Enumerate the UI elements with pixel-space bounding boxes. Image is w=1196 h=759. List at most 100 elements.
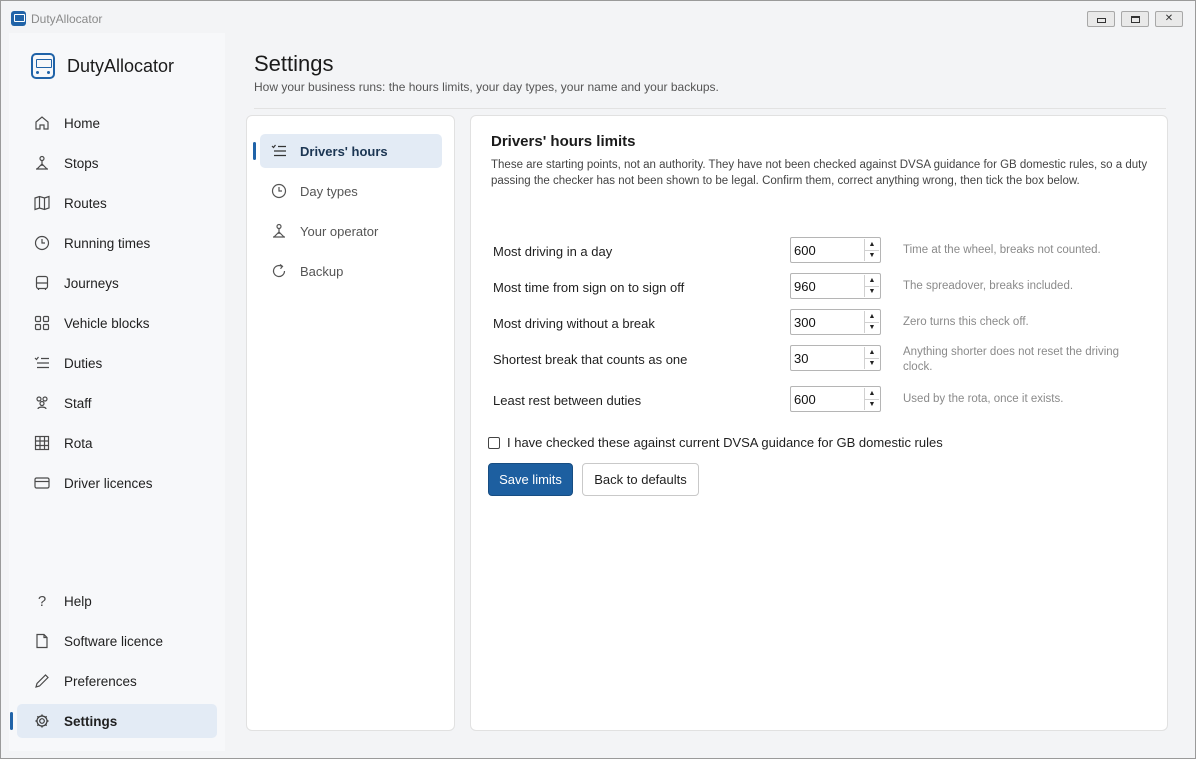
stepper-arrows[interactable]: ▲ ▼ — [864, 347, 879, 369]
stepper-arrows[interactable]: ▲ ▼ — [864, 311, 879, 333]
field-hint: Zero turns this check off. — [903, 316, 1029, 328]
sidebar-item-help[interactable]: ? Help — [17, 584, 217, 618]
operator-icon — [270, 222, 288, 240]
field-label: Most driving in a day — [493, 244, 613, 259]
confirm-checkbox[interactable] — [488, 436, 500, 449]
sidebar-item-label: Driver licences — [64, 475, 153, 491]
refresh-icon — [270, 262, 288, 280]
brand-name: DutyAllocator — [67, 55, 175, 76]
down-arrow-icon[interactable]: ▼ — [865, 287, 879, 298]
sidebar-item-vehicle-blocks[interactable]: Vehicle blocks — [17, 306, 217, 340]
shortest-break-stepper[interactable]: ▲▼ — [790, 345, 881, 371]
sidebar-item-journeys[interactable]: Journeys — [17, 266, 217, 300]
sidebar-item-label: Vehicle blocks — [64, 315, 150, 331]
back-to-defaults-button[interactable]: Back to defaults — [582, 463, 699, 496]
sidebar-item-label: Preferences — [64, 673, 137, 689]
down-arrow-icon[interactable]: ▼ — [865, 323, 879, 334]
least-rest-input[interactable] — [791, 387, 863, 411]
stop-pin-icon — [33, 154, 51, 172]
sidebar-item-home[interactable]: Home — [17, 106, 217, 140]
sidebar-item-label: Home — [64, 115, 101, 131]
least-rest-stepper[interactable]: ▲▼ — [790, 386, 881, 412]
sidebar-item-routes[interactable]: Routes — [17, 186, 217, 220]
subnav-item-drivers-hours[interactable]: Drivers' hours — [253, 134, 442, 168]
field-hint: The spreadover, breaks included. — [903, 280, 1074, 292]
field-hint: Anything shorter does not reset the driv… — [903, 346, 1120, 373]
spreadover-input[interactable] — [791, 274, 863, 298]
list-check-icon — [270, 142, 288, 160]
bus-icon — [33, 274, 51, 292]
subnav-item-label: Day types — [300, 183, 358, 199]
subnav-item-label: Your operator — [300, 223, 379, 239]
up-arrow-icon[interactable]: ▲ — [865, 388, 879, 400]
shortest-break-input[interactable] — [791, 346, 863, 370]
close-button[interactable]: ✕ — [1155, 11, 1183, 27]
driving-without-break-input[interactable] — [791, 310, 863, 334]
sidebar-item-label: Routes — [64, 195, 107, 211]
sidebar-item-label: Staff — [64, 395, 92, 411]
close-icon: ✕ — [1164, 13, 1174, 24]
page-subtitle: How your business runs: the hours limits… — [254, 80, 719, 94]
up-arrow-icon[interactable]: ▲ — [865, 275, 879, 287]
sidebar-item-label: Rota — [64, 435, 93, 451]
sidebar-item-rota[interactable]: Rota — [17, 426, 217, 460]
stepper-arrows[interactable]: ▲ ▼ — [864, 275, 879, 297]
subnav-item-your-operator[interactable]: Your operator — [260, 214, 442, 248]
minimize-button[interactable] — [1087, 11, 1115, 27]
sidebar-item-label: Settings — [64, 713, 118, 729]
people-icon — [33, 394, 51, 412]
sidebar-item-settings[interactable]: Settings — [10, 704, 217, 738]
field-row: Shortest break that counts as one ▲▼ Any… — [493, 345, 1153, 375]
up-arrow-icon[interactable]: ▲ — [865, 311, 879, 323]
most-driving-day-input[interactable] — [791, 238, 863, 262]
down-arrow-icon[interactable]: ▼ — [865, 359, 879, 370]
spreadover-stepper[interactable]: ▲▼ — [790, 273, 881, 299]
document-icon — [33, 632, 51, 650]
sidebar-item-running-times[interactable]: Running times — [17, 226, 217, 260]
app-icon — [11, 11, 26, 26]
grid-blocks-icon — [33, 314, 51, 332]
field-row: Least rest between duties ▲▼ Used by the… — [493, 386, 1153, 416]
down-arrow-icon[interactable]: ▼ — [865, 400, 879, 411]
pen-icon — [33, 672, 51, 690]
sidebar-item-preferences[interactable]: Preferences — [17, 664, 217, 698]
confirm-checkbox-label[interactable]: I have checked these against current DVS… — [507, 435, 943, 450]
up-arrow-icon[interactable]: ▲ — [865, 347, 879, 359]
subnav-item-day-types[interactable]: Day types — [260, 174, 442, 208]
sidebar-item-label: Software licence — [64, 633, 164, 649]
sidebar-item-duties[interactable]: Duties — [17, 346, 217, 380]
sidebar-item-staff[interactable]: Staff — [17, 386, 217, 420]
sidebar-item-label: Duties — [64, 355, 103, 371]
sidebar-item-label: Help — [64, 593, 92, 609]
stepper-arrows[interactable]: ▲ ▼ — [864, 388, 879, 410]
maximize-button[interactable] — [1121, 11, 1149, 27]
confirm-checkbox-row[interactable]: I have checked these against current DVS… — [488, 435, 943, 450]
field-row: Most driving without a break ▲▼ Zero tur… — [493, 309, 1153, 339]
field-row: Most time from sign on to sign off ▲▼ Th… — [493, 273, 1153, 303]
stepper-arrows[interactable]: ▲ ▼ — [864, 239, 879, 261]
app-window: DutyAllocator ✕ DutyAllocator Home Stops — [0, 0, 1196, 759]
sidebar: DutyAllocator Home Stops Routes Running … — [9, 33, 225, 751]
brand: DutyAllocator — [31, 53, 174, 79]
section-intro: These are starting points, not an author… — [491, 159, 1148, 187]
table-icon — [33, 434, 51, 452]
save-limits-button[interactable]: Save limits — [488, 463, 573, 496]
driving-without-break-stepper[interactable]: ▲▼ — [790, 309, 881, 335]
sidebar-item-stops[interactable]: Stops — [17, 146, 217, 180]
subnav-item-backup[interactable]: Backup — [260, 254, 442, 288]
title-bar: DutyAllocator ✕ — [1, 1, 1195, 33]
card-icon — [33, 474, 51, 492]
most-driving-day-stepper[interactable]: ▲▼ — [790, 237, 881, 263]
drivers-hours-card: Drivers' hours limits These are starting… — [470, 115, 1168, 731]
bus-logo-icon — [31, 53, 55, 79]
clock-icon — [270, 182, 288, 200]
maximize-icon — [1130, 15, 1140, 23]
field-label: Most driving without a break — [493, 316, 655, 331]
map-icon — [33, 194, 51, 212]
sidebar-item-software-licence[interactable]: Software licence — [17, 624, 217, 658]
sidebar-item-driver-licences[interactable]: Driver licences — [17, 466, 217, 500]
home-icon — [33, 114, 51, 132]
up-arrow-icon[interactable]: ▲ — [865, 239, 879, 251]
clock-icon — [33, 234, 51, 252]
down-arrow-icon[interactable]: ▼ — [865, 251, 879, 262]
